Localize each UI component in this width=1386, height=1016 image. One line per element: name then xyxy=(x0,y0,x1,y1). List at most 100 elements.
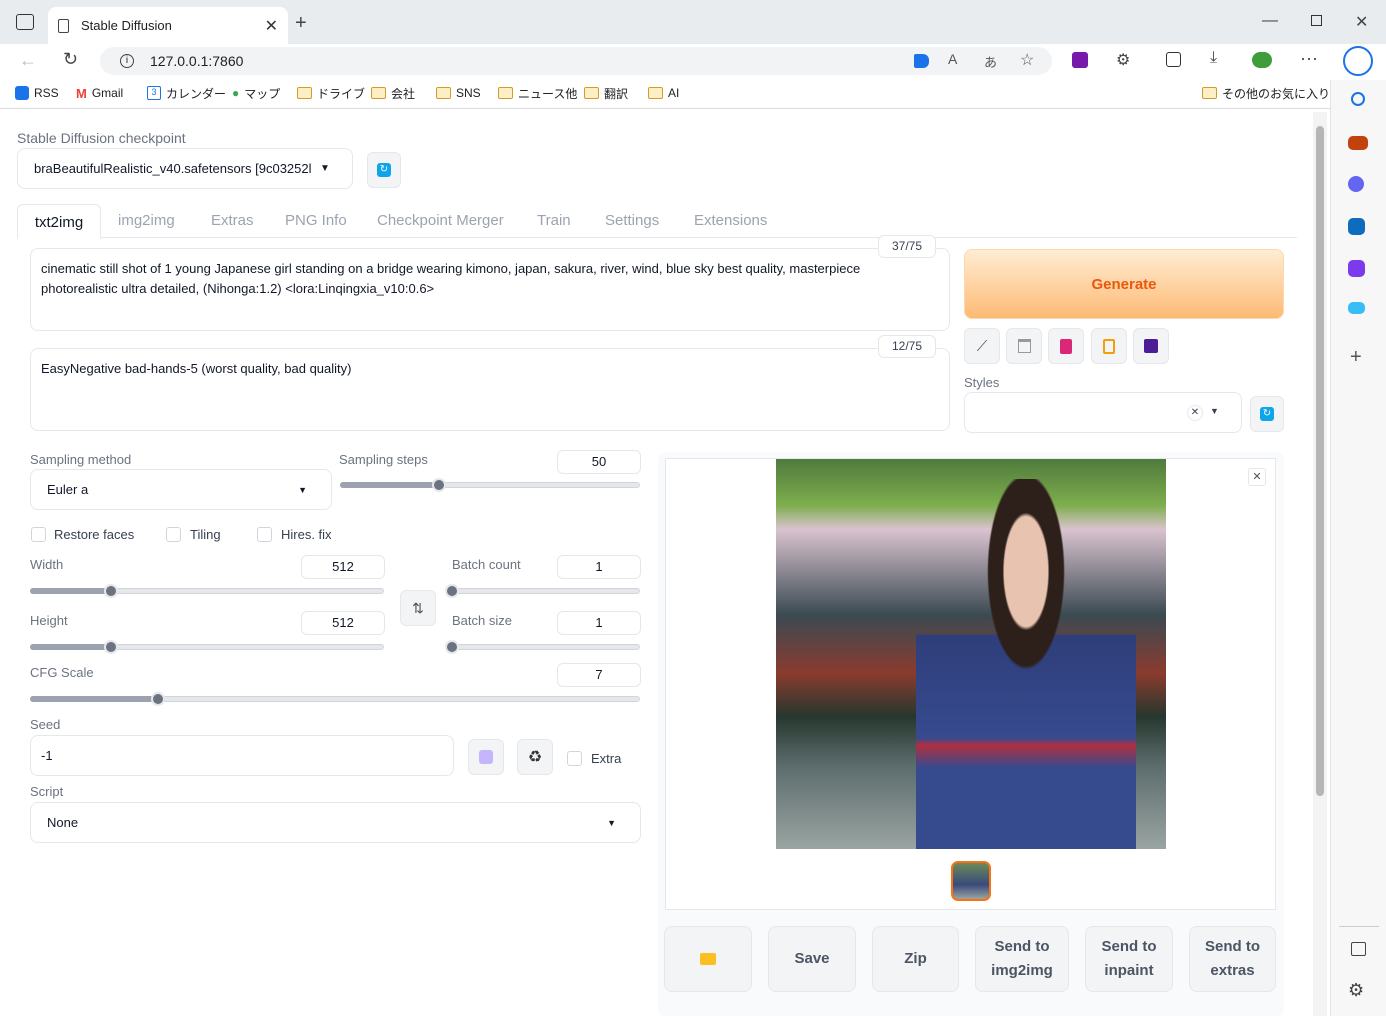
send-to-img2img-button[interactable]: Send to img2img xyxy=(975,926,1069,992)
refresh-checkpoint-button[interactable]: ↻ xyxy=(367,152,401,188)
frog-extension-icon[interactable] xyxy=(1252,52,1272,68)
restore-faces-checkbox[interactable] xyxy=(31,527,46,542)
batch-size-handle[interactable] xyxy=(445,640,459,654)
bookmark-sns[interactable]: SNS xyxy=(436,80,481,106)
new-tab-icon[interactable]: + xyxy=(295,12,307,35)
translate-icon[interactable]: あ xyxy=(984,52,997,71)
hide-sidebar-icon[interactable] xyxy=(1351,942,1366,956)
settings-icon[interactable]: ⚙ xyxy=(1348,980,1364,1001)
maximize-icon[interactable] xyxy=(1311,15,1322,26)
browser-tab-active[interactable]: Stable Diffusion ✕ xyxy=(48,7,288,44)
seed-input[interactable]: -1 xyxy=(30,735,454,776)
read-params-button[interactable]: ⟋ xyxy=(964,328,1000,364)
bookmark-gmail[interactable]: M Gmail xyxy=(76,80,123,106)
tag-icon[interactable] xyxy=(914,54,929,68)
close-window-icon[interactable]: ✕ xyxy=(1355,12,1368,32)
back-icon[interactable]: ← xyxy=(19,50,37,71)
tab-extensions[interactable]: Extensions xyxy=(694,212,767,229)
apply-style-button[interactable] xyxy=(1091,328,1127,364)
sampling-steps-handle[interactable] xyxy=(432,478,446,492)
designer-icon[interactable] xyxy=(1348,260,1365,277)
bookmark-maps[interactable]: ● マップ xyxy=(232,80,280,106)
height-handle[interactable] xyxy=(104,640,119,654)
outlook-icon[interactable] xyxy=(1348,218,1365,235)
send-icon[interactable] xyxy=(1348,302,1365,314)
extra-seed-checkbox[interactable] xyxy=(567,751,582,766)
onenote-icon[interactable] xyxy=(1072,52,1088,68)
hires-fix-checkbox[interactable] xyxy=(257,527,272,542)
refresh-styles-button[interactable]: ↻ xyxy=(1250,396,1284,432)
reuse-seed-button[interactable]: ♻ xyxy=(517,739,553,775)
batch-count-slider[interactable] xyxy=(452,588,640,594)
downloads-icon[interactable]: ⤓ xyxy=(1210,49,1217,67)
script-dropdown[interactable]: None ▼ xyxy=(30,802,641,843)
open-folder-button[interactable] xyxy=(664,926,752,992)
gallery-thumbnail[interactable] xyxy=(951,861,991,901)
collections-icon[interactable] xyxy=(1166,52,1181,67)
save-button[interactable]: Save xyxy=(768,926,856,992)
sampling-method-dropdown[interactable]: Euler a ▼ xyxy=(30,469,332,510)
read-aloud-icon[interactable]: A xyxy=(948,51,957,67)
checkpoint-dropdown[interactable]: braBeautifulRealistic_v40.safetensors [9… xyxy=(17,148,353,189)
bookmark-ai[interactable]: AI xyxy=(648,80,679,106)
extra-networks-button[interactable] xyxy=(1048,328,1084,364)
search-icon[interactable] xyxy=(1351,92,1365,106)
cfg-scale-handle[interactable] xyxy=(151,692,166,706)
bookmark-company[interactable]: 会社 xyxy=(371,80,415,106)
batch-count-input[interactable]: 1 xyxy=(557,555,641,579)
browser-sidebar: + ⚙ xyxy=(1330,46,1386,1016)
tab-extras[interactable]: Extras xyxy=(211,212,254,229)
tab-png-info[interactable]: PNG Info xyxy=(285,212,347,229)
url-field[interactable]: i 127.0.0.1:7860 A あ ☆ xyxy=(100,47,1052,75)
generated-image[interactable] xyxy=(776,459,1166,849)
tab-img2img[interactable]: img2img xyxy=(118,212,175,229)
bookmark-news[interactable]: ニュース他 xyxy=(498,80,577,106)
sampling-steps-input[interactable]: 50 xyxy=(557,450,641,474)
styles-dropdown[interactable]: ✕ ▼ xyxy=(964,392,1242,433)
minimize-icon[interactable]: — xyxy=(1262,12,1278,30)
tab-checkpoint-merger[interactable]: Checkpoint Merger xyxy=(377,212,504,229)
clear-prompt-button[interactable] xyxy=(1006,328,1042,364)
batch-size-slider[interactable] xyxy=(452,644,640,650)
tab-settings[interactable]: Settings xyxy=(605,212,659,229)
close-image-icon[interactable]: ✕ xyxy=(1248,468,1266,486)
add-sidebar-icon[interactable]: + xyxy=(1350,346,1362,369)
swap-arrows-icon: ⇅ xyxy=(412,599,424,616)
bookmark-other-favorites[interactable]: その他のお気に入り xyxy=(1202,80,1330,106)
bookmark-drive[interactable]: ドライブ xyxy=(297,80,365,106)
bookmark-rss[interactable]: RSS xyxy=(15,80,59,106)
add-favorite-icon[interactable]: ☆ xyxy=(1020,50,1034,70)
copilot-icon[interactable] xyxy=(1343,46,1373,76)
clipboard-icon xyxy=(1103,338,1115,354)
send-to-extras-button[interactable]: Send to extras xyxy=(1189,926,1276,992)
batch-size-input[interactable]: 1 xyxy=(557,611,641,635)
clear-styles-icon[interactable]: ✕ xyxy=(1187,405,1203,421)
tools-icon[interactable] xyxy=(1348,136,1368,150)
cfg-scale-input[interactable]: 7 xyxy=(557,663,641,687)
site-info-icon[interactable]: i xyxy=(120,54,134,68)
tiling-checkbox[interactable] xyxy=(166,527,181,542)
send-to-inpaint-button[interactable]: Send to inpaint xyxy=(1085,926,1173,992)
height-input[interactable]: 512 xyxy=(301,611,385,635)
random-seed-button[interactable] xyxy=(468,739,504,775)
width-input[interactable]: 512 xyxy=(301,555,385,579)
more-icon[interactable]: ··· xyxy=(1300,48,1318,69)
games-icon[interactable] xyxy=(1348,176,1364,192)
tab-txt2img[interactable]: txt2img xyxy=(17,204,101,239)
zip-button[interactable]: Zip xyxy=(872,926,959,992)
bookmark-translate[interactable]: 翻訳 xyxy=(584,80,628,106)
close-tab-icon[interactable]: ✕ xyxy=(265,16,278,36)
prompt-textarea[interactable]: cinematic still shot of 1 young Japanese… xyxy=(30,248,950,331)
tab-actions-icon[interactable] xyxy=(16,14,34,30)
width-handle[interactable] xyxy=(104,584,119,598)
batch-count-handle[interactable] xyxy=(445,584,459,598)
generate-button[interactable]: Generate xyxy=(964,249,1284,319)
negative-prompt-textarea[interactable]: EasyNegative bad-hands-5 (worst quality,… xyxy=(30,348,950,431)
swap-dimensions-button[interactable]: ⇅ xyxy=(400,590,436,626)
save-style-button[interactable] xyxy=(1133,328,1169,364)
tab-train[interactable]: Train xyxy=(537,212,571,229)
bookmark-calendar[interactable]: 3 カレンダー xyxy=(147,80,226,106)
extensions-icon[interactable]: ⚙ xyxy=(1116,50,1130,70)
scrollbar-thumb[interactable] xyxy=(1316,126,1324,796)
refresh-icon[interactable]: ↻ xyxy=(63,49,78,70)
